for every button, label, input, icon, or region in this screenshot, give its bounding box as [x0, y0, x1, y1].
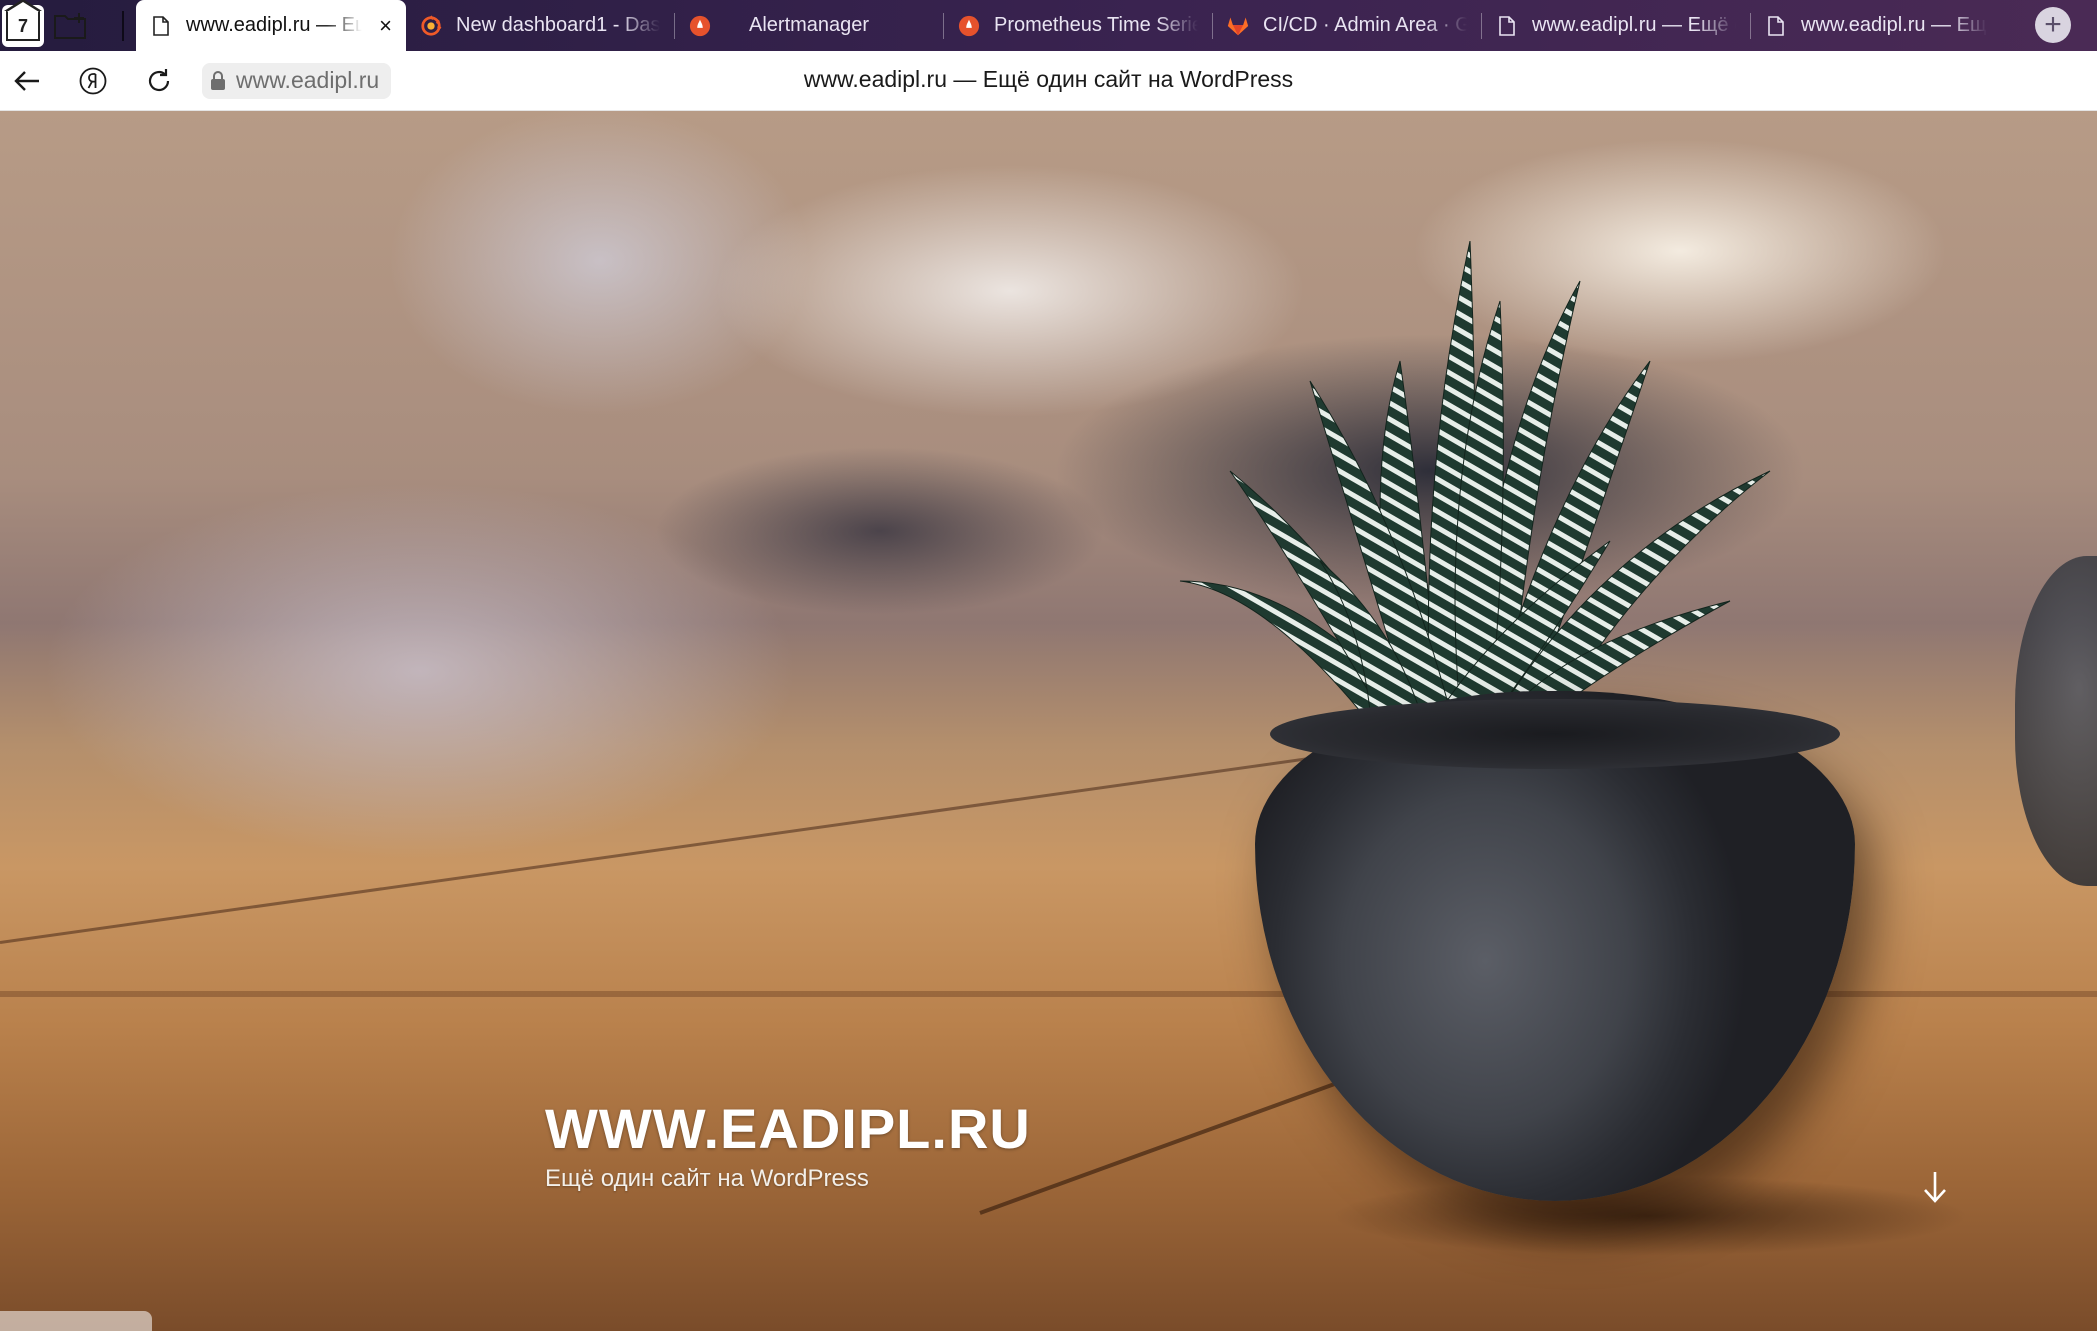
arrow-left-icon	[14, 70, 39, 91]
tab-eadipl-active[interactable]: www.eadipl.ru — Ещё один сайт на WordPre…	[136, 0, 406, 51]
new-tab-button[interactable]: +	[2035, 7, 2071, 43]
background-pot	[2015, 556, 2097, 886]
table-grain	[0, 746, 1387, 944]
close-tab-icon[interactable]: ×	[371, 13, 392, 39]
tab-eadipl-2[interactable]: www.eadipl.ru — Ещё один сайт на WordPre…	[1482, 0, 1750, 51]
back-button[interactable]	[2, 56, 52, 106]
lock-icon	[211, 70, 225, 90]
yandex-button[interactable]	[68, 56, 118, 106]
gitlab-icon	[1227, 14, 1249, 38]
tab-overview-button[interactable]: 7	[2, 0, 44, 47]
page-icon	[150, 14, 172, 38]
site-title[interactable]: WWW.EADIPL.RU	[545, 1096, 1031, 1161]
page-icon	[1765, 14, 1787, 38]
tab-count-badge: 7	[4, 0, 42, 41]
tabstrip-separator	[122, 10, 124, 41]
tab-label: CI/CD · Admin Area · GitLab	[1263, 14, 1467, 36]
tab-grafana[interactable]: New dashboard1 - Dashboards - Grafana	[406, 0, 674, 51]
prometheus-icon	[689, 14, 711, 38]
tab-label: www.eadipl.ru — Ещё один сайт на WordPre…	[1801, 14, 1987, 36]
yandex-icon	[79, 67, 107, 94]
address-bar: www.eadipl.ru www.eadipl.ru — Ещё один с…	[0, 51, 2097, 111]
tab-label: www.eadipl.ru — Ещё один сайт на WordPre…	[186, 14, 362, 36]
tab-strip: 7 www.eadipl.ru — Ещё один сайт на WordP…	[0, 0, 2097, 51]
tab-label: Prometheus Time Series Collection and Pr…	[994, 14, 1198, 36]
tab-prometheus[interactable]: Prometheus Time Series Collection and Pr…	[944, 0, 1212, 51]
reload-icon	[148, 68, 170, 91]
url-field[interactable]: www.eadipl.ru	[202, 62, 392, 99]
site-tagline: Ещё один сайт на WordPress	[545, 1165, 869, 1192]
plus-icon: +	[2044, 8, 2062, 41]
pot-shadow	[1330, 1176, 1970, 1256]
tab-gitlab[interactable]: CI/CD · Admin Area · GitLab	[1213, 0, 1481, 51]
tab-label: Alertmanager	[749, 14, 870, 36]
folder-plus-icon	[54, 12, 86, 39]
tab-eadipl-3[interactable]: www.eadipl.ru — Ещё один сайт на WordPre…	[1751, 0, 2001, 51]
grafana-icon	[420, 14, 442, 38]
url-text: www.eadipl.ru	[236, 67, 380, 93]
new-tab-group-button[interactable]	[48, 5, 94, 47]
page-icon	[1496, 14, 1518, 38]
succulent-plant	[1179, 241, 1771, 722]
tab-label: www.eadipl.ru — Ещё один сайт на WordPre…	[1532, 14, 1736, 36]
reload-button[interactable]	[134, 56, 184, 106]
prometheus-icon	[958, 14, 980, 38]
arrow-down-icon	[1924, 1172, 1946, 1203]
plant-pot-rim	[1270, 699, 1840, 769]
tab-label: New dashboard1 - Dashboards - Grafana	[456, 14, 660, 36]
hero-header-image: WWW.EADIPL.RU Ещё один сайт на WordPress	[0, 111, 2097, 1331]
wp-bottom-toolbar[interactable]	[0, 1311, 152, 1331]
tab-alertmanager[interactable]: Alertmanager	[675, 0, 943, 51]
scroll-down-button[interactable]	[1920, 1167, 1950, 1207]
